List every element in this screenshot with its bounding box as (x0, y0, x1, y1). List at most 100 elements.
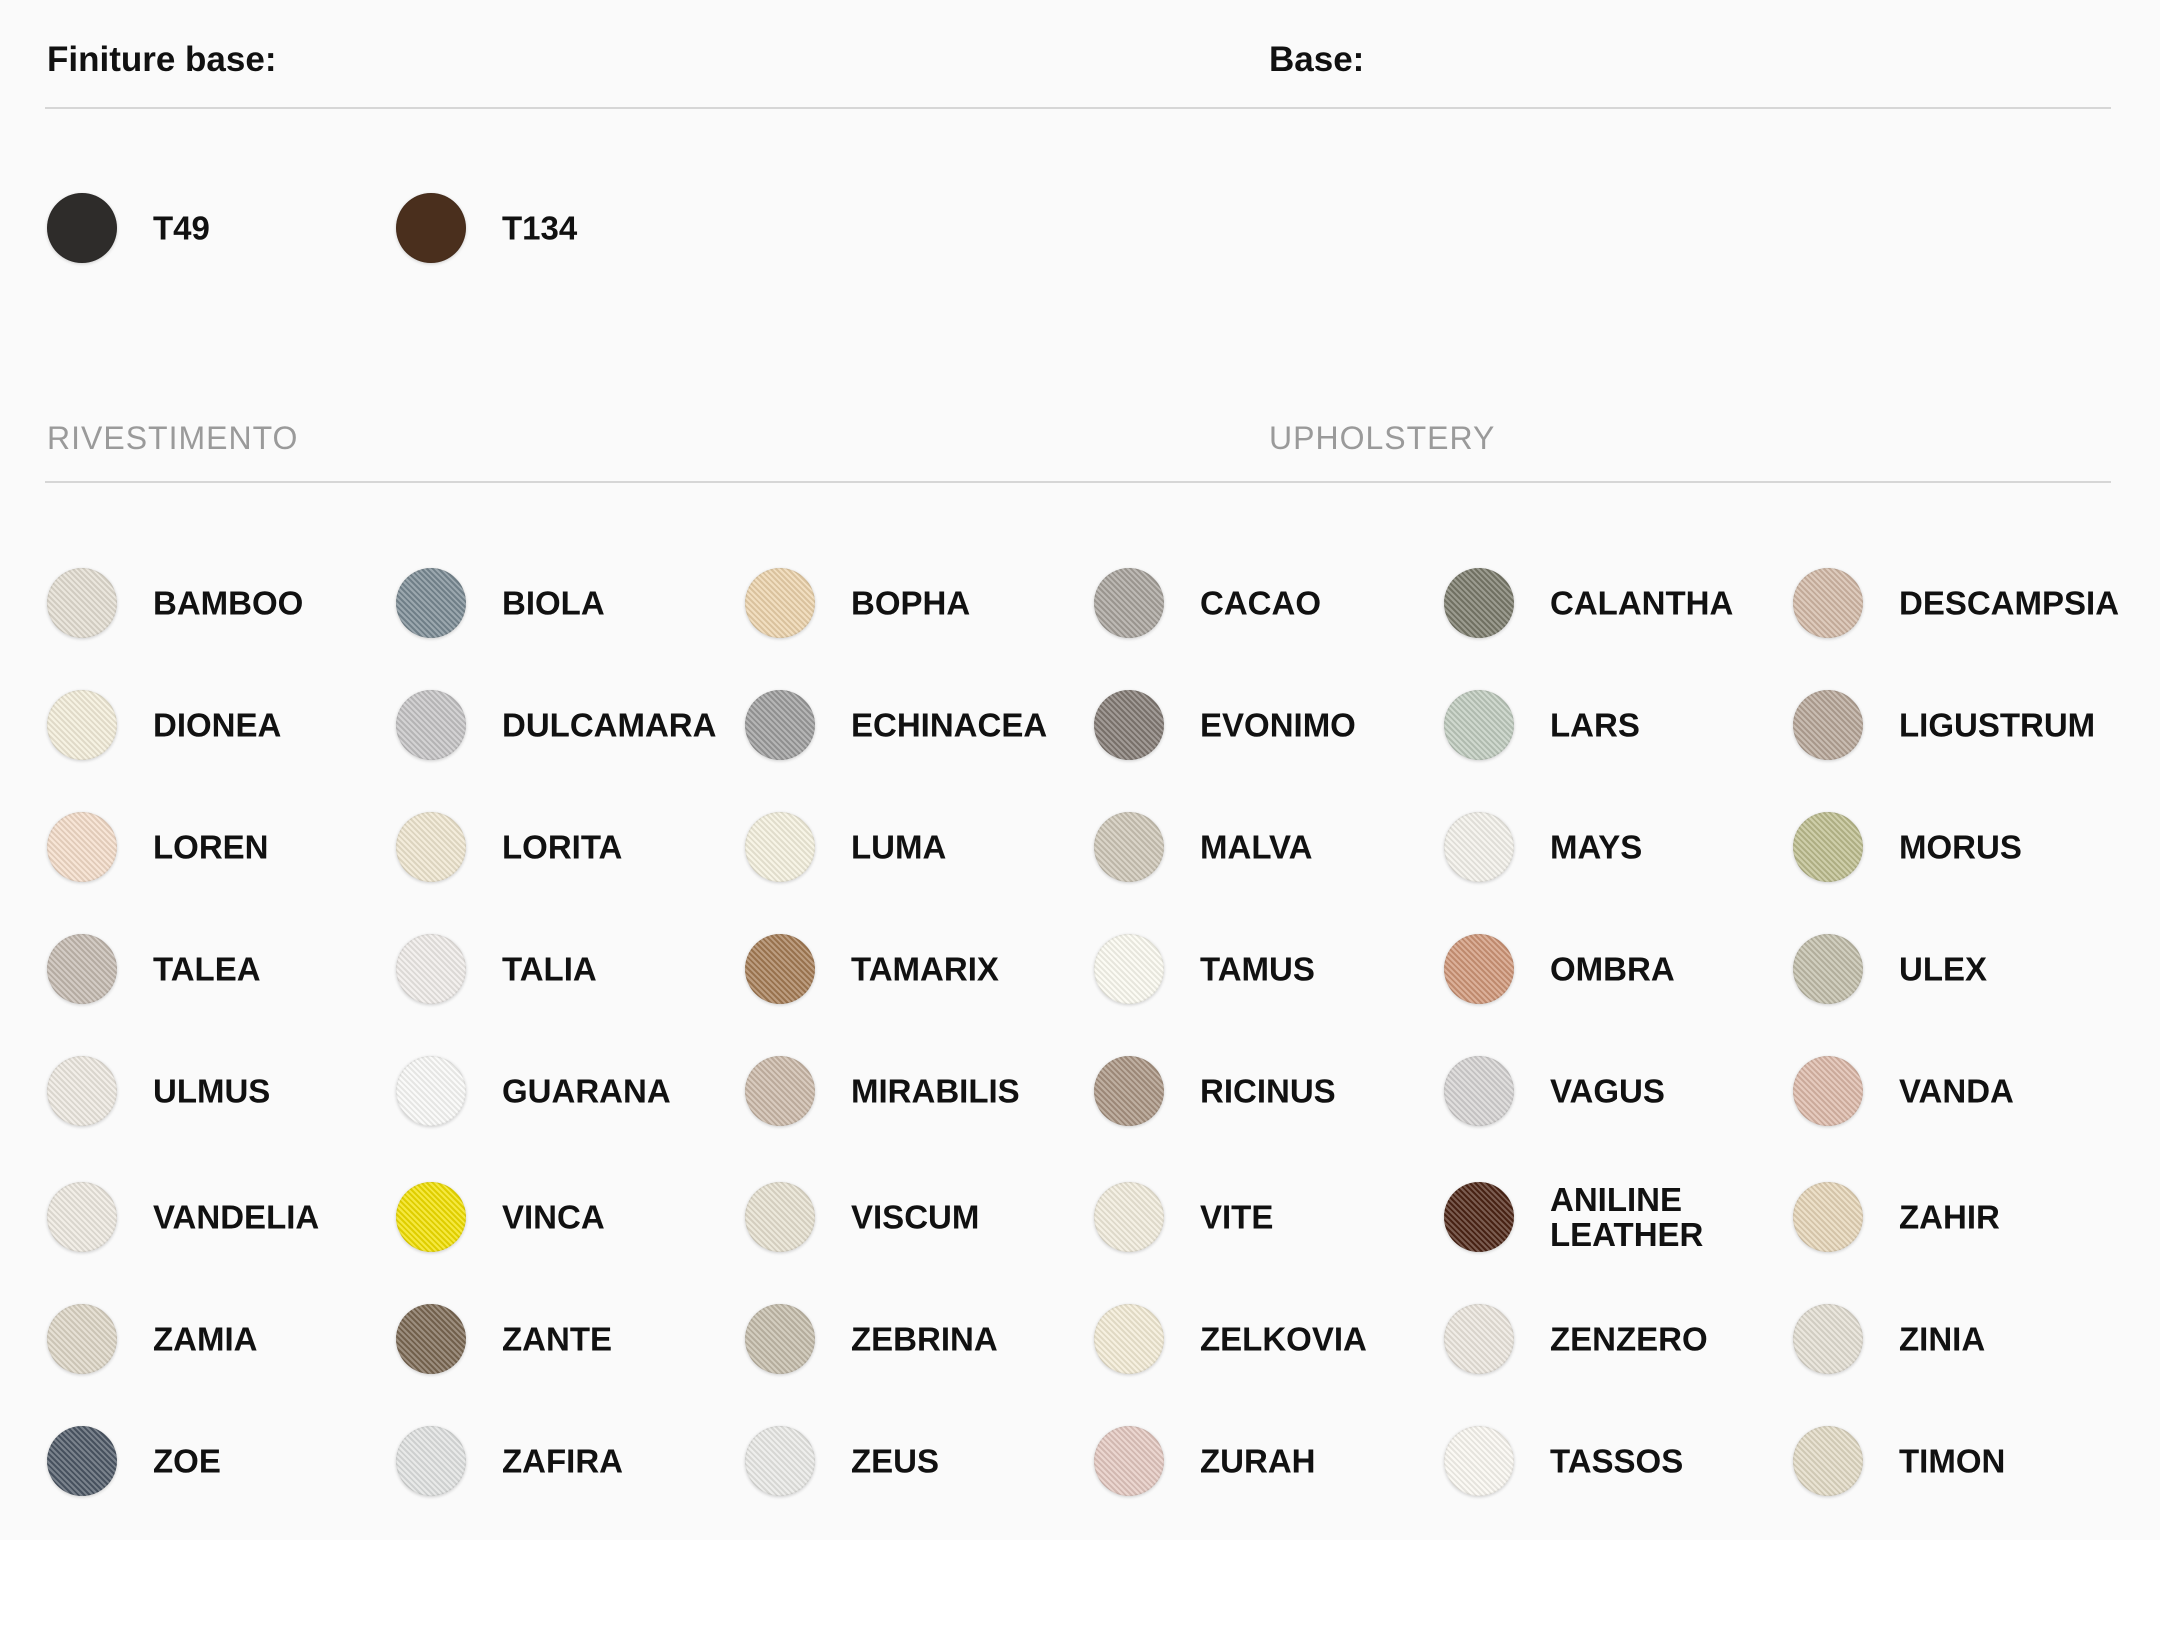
upholstery-swatch-bamboo[interactable]: BAMBOO (47, 553, 397, 653)
swatch-dot (47, 1304, 117, 1374)
upholstery-swatch-malva[interactable]: MALVA (1094, 797, 1444, 897)
swatch-label: DULCAMARA (502, 706, 717, 744)
upholstery-swatch-vite[interactable]: VITE (1094, 1167, 1444, 1267)
swatch-label: ZANTE (502, 1320, 612, 1358)
swatch-dot (1444, 1182, 1514, 1252)
swatch-label: ZAFIRA (502, 1442, 623, 1480)
upholstery-swatch-zurah[interactable]: ZURAH (1094, 1411, 1444, 1511)
swatch-label: CALANTHA (1550, 584, 1734, 622)
upholstery-swatch-mays[interactable]: MAYS (1444, 797, 1794, 897)
upholstery-swatch-dulcamara[interactable]: DULCAMARA (396, 675, 746, 775)
upholstery-swatch-tassos[interactable]: TASSOS (1444, 1411, 1794, 1511)
swatch-label: GUARANA (502, 1072, 671, 1110)
upholstery-swatch-zafira[interactable]: ZAFIRA (396, 1411, 746, 1511)
swatch-label: TAMARIX (851, 950, 999, 988)
upholstery-swatch-vanda[interactable]: VANDA (1793, 1041, 2143, 1141)
base-finish-t49[interactable]: T49 (47, 178, 397, 278)
swatch-label: CACAO (1200, 584, 1321, 622)
swatch-dot (1444, 690, 1514, 760)
swatch-label: VANDA (1899, 1072, 2014, 1110)
upholstery-swatch-zoe[interactable]: ZOE (47, 1411, 397, 1511)
swatch-dot (396, 1056, 466, 1126)
swatch-dot (396, 1182, 466, 1252)
upholstery-swatch-zenzero[interactable]: ZENZERO (1444, 1289, 1794, 1389)
swatch-label: ULMUS (153, 1072, 271, 1110)
upholstery-swatch-calantha[interactable]: CALANTHA (1444, 553, 1794, 653)
upholstery-swatch-descampsia[interactable]: DESCAMPSIA (1793, 553, 2143, 653)
upholstery-swatch-biola[interactable]: BIOLA (396, 553, 746, 653)
upholstery-swatch-talia[interactable]: TALIA (396, 919, 746, 1019)
swatch-dot (1444, 1304, 1514, 1374)
swatch-dot (396, 934, 466, 1004)
upholstery-swatch-ulex[interactable]: ULEX (1793, 919, 2143, 1019)
upholstery-swatch-tamus[interactable]: TAMUS (1094, 919, 1444, 1019)
swatch-dot (396, 568, 466, 638)
swatch-label: VISCUM (851, 1198, 980, 1236)
upholstery-swatch-ligustrum[interactable]: LIGUSTRUM (1793, 675, 2143, 775)
swatch-dot (1094, 1304, 1164, 1374)
upholstery-swatch-tamarix[interactable]: TAMARIX (745, 919, 1095, 1019)
swatch-dot (1793, 690, 1863, 760)
upholstery-swatch-ricinus[interactable]: RICINUS (1094, 1041, 1444, 1141)
swatch-dot (1094, 934, 1164, 1004)
upholstery-swatch-guarana[interactable]: GUARANA (396, 1041, 746, 1141)
base-finishes-row: T49 T134 (0, 178, 2160, 278)
upholstery-swatch-talea[interactable]: TALEA (47, 919, 397, 1019)
upholstery-swatch-lars[interactable]: LARS (1444, 675, 1794, 775)
swatch-label: MAYS (1550, 828, 1643, 866)
swatch-label: ZAMIA (153, 1320, 258, 1358)
swatch-dot (1793, 1426, 1863, 1496)
swatch-dot (47, 812, 117, 882)
upholstery-swatch-cacao[interactable]: CACAO (1094, 553, 1444, 653)
upholstery-swatch-ombra[interactable]: OMBRA (1444, 919, 1794, 1019)
upholstery-swatch-evonimo[interactable]: EVONIMO (1094, 675, 1444, 775)
upholstery-swatch-zamia[interactable]: ZAMIA (47, 1289, 397, 1389)
upholstery-swatch-luma[interactable]: LUMA (745, 797, 1095, 897)
upholstery-swatch-timon[interactable]: TIMON (1793, 1411, 2143, 1511)
swatch-label: LUMA (851, 828, 947, 866)
upholstery-swatch-morus[interactable]: MORUS (1793, 797, 2143, 897)
upholstery-swatch-loren[interactable]: LOREN (47, 797, 397, 897)
base-finish-t134[interactable]: T134 (396, 178, 746, 278)
upholstery-swatch-vinca[interactable]: VINCA (396, 1167, 746, 1267)
upholstery-swatch-lorita[interactable]: LORITA (396, 797, 746, 897)
swatch-dot (396, 1304, 466, 1374)
upholstery-swatch-zinia[interactable]: ZINIA (1793, 1289, 2143, 1389)
swatch-dot (396, 690, 466, 760)
upholstery-swatch-ulmus[interactable]: ULMUS (47, 1041, 397, 1141)
swatch-dot (745, 934, 815, 1004)
upholstery-swatch-mirabilis[interactable]: MIRABILIS (745, 1041, 1095, 1141)
swatch-label: RICINUS (1200, 1072, 1336, 1110)
upholstery-swatch-zeus[interactable]: ZEUS (745, 1411, 1095, 1511)
upholstery-swatch-vandelia[interactable]: VANDELIA (47, 1167, 397, 1267)
upholstery-label: UPHOLSTERY (1269, 420, 1496, 456)
upholstery-swatch-aniline-leather[interactable]: ANILINE LEATHER (1444, 1167, 1794, 1267)
upholstery-swatch-zahir[interactable]: ZAHIR (1793, 1167, 2143, 1267)
swatch-label: ZOE (153, 1442, 221, 1480)
swatch-dot (1094, 1426, 1164, 1496)
swatch-label: VANDELIA (153, 1198, 320, 1236)
swatch-dot (1094, 1056, 1164, 1126)
swatch-dot (396, 812, 466, 882)
swatch-dot (47, 1182, 117, 1252)
upholstery-swatch-dionea[interactable]: DIONEA (47, 675, 397, 775)
upholstery-swatch-zante[interactable]: ZANTE (396, 1289, 746, 1389)
swatch-label: ZELKOVIA (1200, 1320, 1367, 1358)
swatch-dot (396, 193, 466, 263)
upholstery-swatch-zebrina[interactable]: ZEBRINA (745, 1289, 1095, 1389)
swatch-label: ULEX (1899, 950, 1988, 988)
upholstery-swatch-echinacea[interactable]: ECHINACEA (745, 675, 1095, 775)
upholstery-swatch-viscum[interactable]: VISCUM (745, 1167, 1095, 1267)
swatch-label: TAMUS (1200, 950, 1315, 988)
upholstery-swatch-vagus[interactable]: VAGUS (1444, 1041, 1794, 1141)
swatch-dot (1444, 812, 1514, 882)
swatch-label: TIMON (1899, 1442, 2006, 1480)
upholstery-swatch-zelkovia[interactable]: ZELKOVIA (1094, 1289, 1444, 1389)
swatch-label: ZAHIR (1899, 1198, 2000, 1236)
swatch-dot (1793, 1304, 1863, 1374)
page: Finiture base: Base: T49 T134 RIVESTIMEN… (0, 0, 2160, 1648)
swatch-dot (1444, 934, 1514, 1004)
swatch-label: OMBRA (1550, 950, 1675, 988)
upholstery-swatch-bopha[interactable]: BOPHA (745, 553, 1095, 653)
swatch-dot (47, 193, 117, 263)
